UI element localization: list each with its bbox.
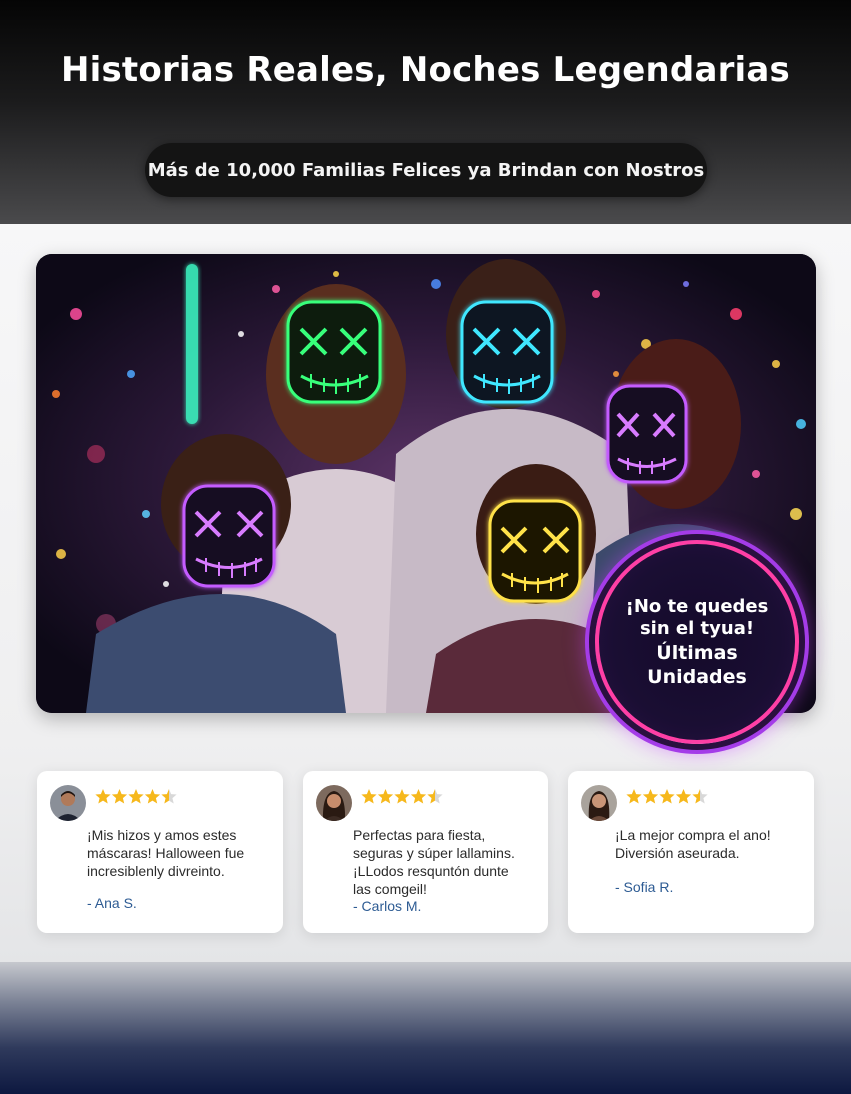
star-icon — [427, 789, 443, 804]
star-icon — [394, 789, 410, 804]
review-line: incresiblenly divreinto. — [87, 863, 225, 879]
mask-purple-right — [606, 384, 688, 484]
review-text: ¡La mejor compra el ano! Diversión aseur… — [615, 826, 805, 862]
star-rating — [626, 789, 708, 804]
review-line: ¡Mis hizos y amos estes — [87, 827, 237, 843]
limited-stock-badge: ¡No te quedes sin el tyua! Últimas Unida… — [595, 540, 799, 744]
avatar — [316, 785, 352, 821]
star-rating — [95, 789, 177, 804]
review-line: máscaras! Halloween fue — [87, 845, 245, 861]
star-icon — [692, 789, 708, 804]
review-card: ¡Mis hizos y amos estes máscaras! Hallow… — [37, 771, 283, 933]
star-icon — [675, 789, 692, 804]
review-card: ¡La mejor compra el ano! Diversión aseur… — [568, 771, 814, 933]
social-proof-text: Más de 10,000 Familias Felices ya Brinda… — [147, 159, 705, 181]
star-rating — [361, 789, 443, 804]
page-title: Historias Reales, Noches Legendarias — [60, 50, 790, 90]
reviewer-name: - Sofia R. — [615, 879, 674, 895]
reviewer-name: - Ana S. — [87, 895, 137, 911]
star-icon — [659, 789, 675, 804]
review-text: Perfectas para fiesta, seguras y súper l… — [353, 826, 539, 898]
review-line: Diversión aseurada. — [615, 845, 740, 861]
star-icon — [95, 789, 111, 804]
badge-line-2: sin el tyua! — [639, 618, 755, 639]
mask-green — [286, 300, 382, 404]
review-line: seguras y súper lallamins. — [353, 845, 515, 861]
star-icon — [161, 789, 177, 804]
mask-yellow — [488, 499, 582, 603]
review-line: ¡LLodos resquntón dunte — [353, 863, 509, 879]
review-card: Perfectas para fiesta, seguras y súper l… — [303, 771, 548, 933]
review-line: Perfectas para fiesta, — [353, 827, 486, 843]
badge-line-4: Unidades — [647, 666, 747, 688]
star-icon — [111, 789, 128, 804]
avatar — [581, 785, 617, 821]
mask-purple-left — [182, 484, 276, 588]
badge-line-3: Últimas — [656, 642, 738, 664]
neon-tube — [186, 264, 198, 424]
footer-band — [0, 962, 851, 1094]
reviewer-name: - Carlos M. — [353, 898, 422, 914]
star-icon — [410, 789, 427, 804]
star-icon — [128, 789, 144, 804]
star-icon — [626, 789, 642, 804]
star-icon — [377, 789, 394, 804]
star-icon — [642, 789, 659, 804]
review-text: ¡Mis hizos y amos estes máscaras! Hallow… — [87, 826, 277, 880]
star-icon — [144, 789, 161, 804]
review-line: ¡La mejor compra el ano! — [615, 827, 771, 843]
header-band: Historias Reales, Noches Legendarias Más… — [0, 0, 851, 224]
review-line: las comgeil! — [353, 881, 427, 897]
star-icon — [361, 789, 377, 804]
avatar — [50, 785, 86, 821]
social-proof-pill: Más de 10,000 Familias Felices ya Brinda… — [145, 143, 707, 197]
mask-cyan — [460, 300, 554, 404]
badge-line-1: ¡No te quedes — [625, 596, 769, 617]
